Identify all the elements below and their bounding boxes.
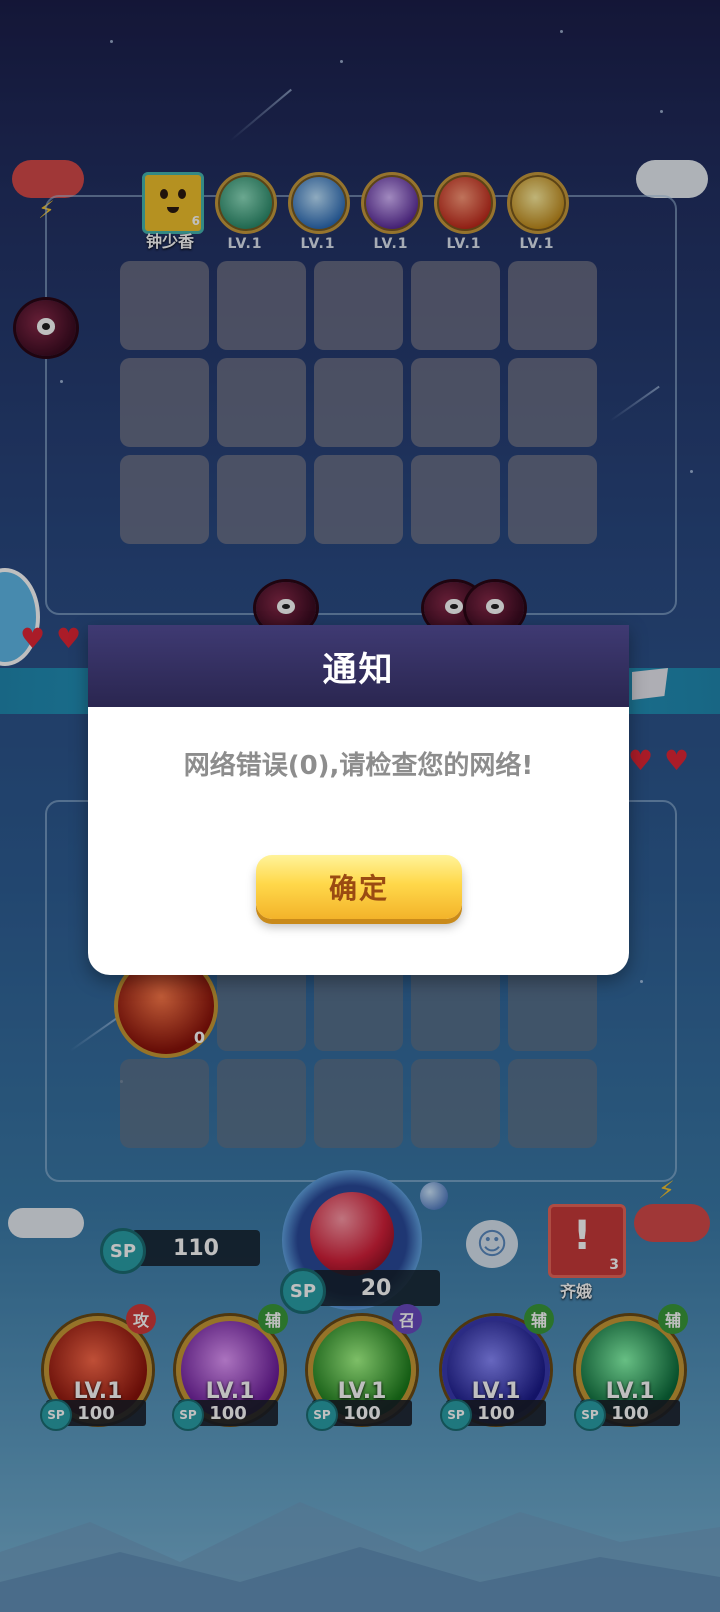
dialog-header: 通知 [88,625,629,707]
network-error-dialog: 通知 网络错误(0),请检查您的网络! 确定 [88,625,629,975]
dialog-title: 通知 [322,649,395,690]
dialog-message: 网络错误(0),请检查您的网络! [183,751,534,781]
confirm-button[interactable]: 确定 [256,855,462,919]
